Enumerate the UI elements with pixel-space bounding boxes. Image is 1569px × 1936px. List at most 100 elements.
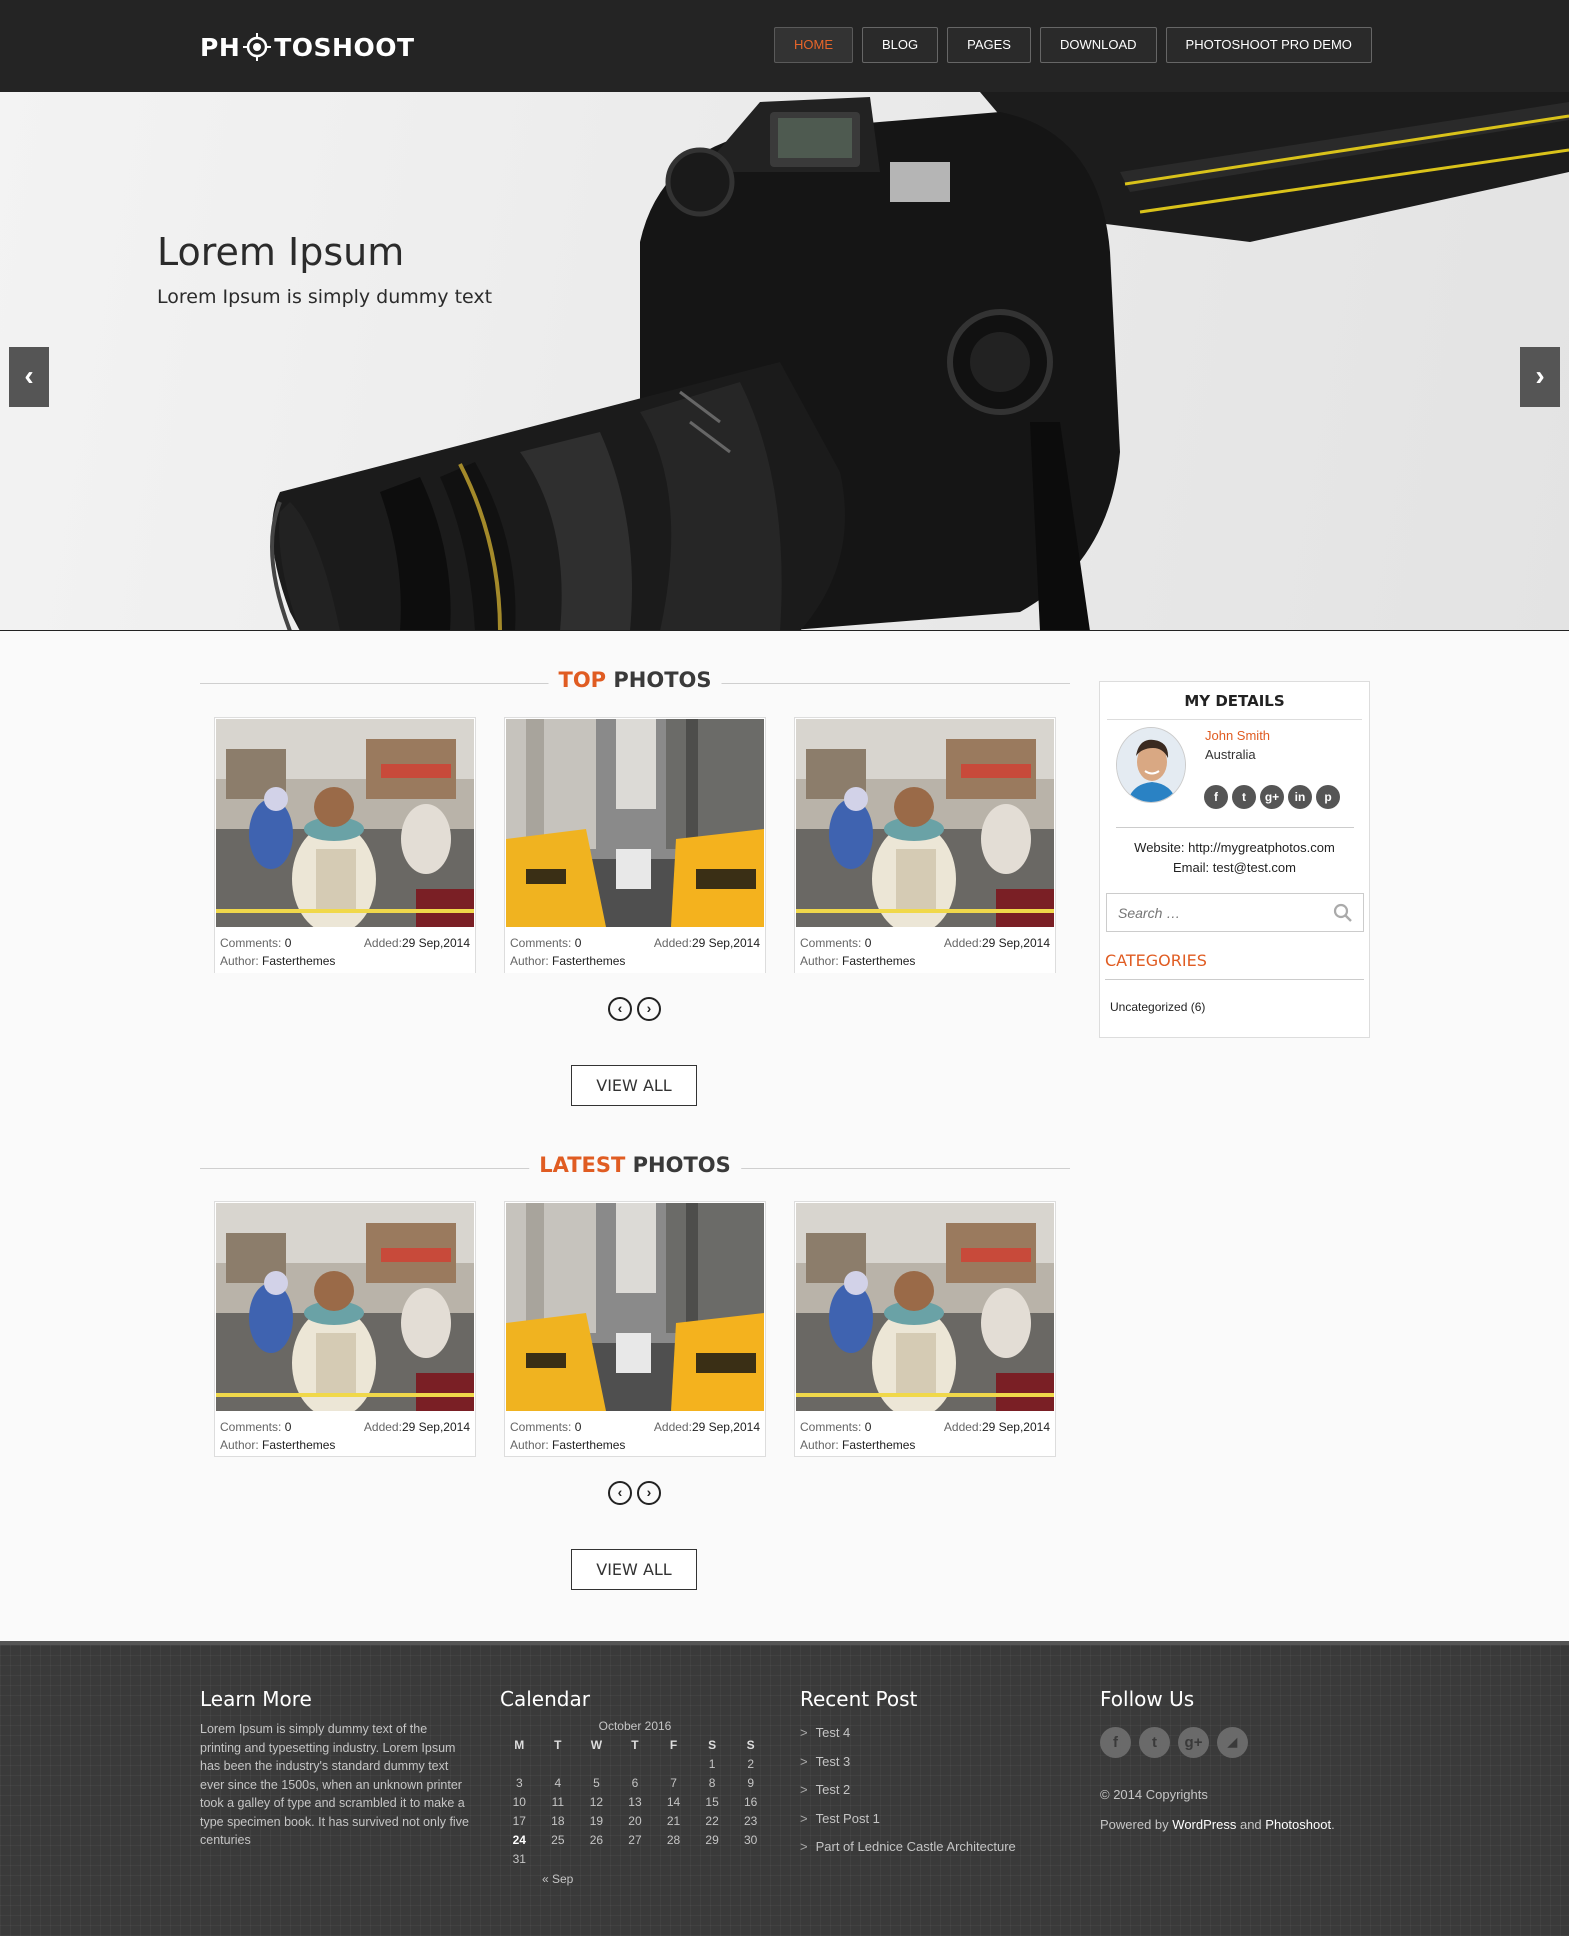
nav-download[interactable]: DOWNLOAD	[1039, 27, 1157, 63]
profile-name[interactable]: John Smith	[1205, 728, 1270, 743]
google-plus-icon[interactable]: g+	[1260, 785, 1284, 809]
pager-next-icon[interactable]: ›	[637, 1481, 661, 1505]
recent-post-title: Recent Post	[800, 1687, 918, 1711]
calendar-table: MTWTFSS 1 2 3 4 5 6 7 8 9 10 11 12 13 14 15 16 17 18 19 20 2…	[500, 1735, 770, 1868]
calendar-day-cell: 30	[744, 1832, 758, 1847]
linkedin-icon[interactable]: in	[1288, 785, 1312, 809]
hero-slider: Lorem Ipsum Lorem Ipsum is simply dummy …	[0, 92, 1569, 631]
logo-text-right: TOSHOOT	[274, 32, 415, 62]
site-footer: Learn More Lorem Ipsum is simply dummy t…	[0, 1641, 1569, 1936]
chevron-right-icon: >	[800, 1839, 808, 1854]
photo-thumbnail[interactable]	[216, 1203, 474, 1411]
slider-next-button[interactable]: ›	[1520, 347, 1560, 407]
pager-prev-icon[interactable]: ‹	[608, 997, 632, 1021]
lens-icon	[243, 33, 272, 61]
logo-text-left: PH	[200, 32, 241, 62]
photo-card[interactable]: Comments: 0 Added:29 Sep,2014 Author: Fas…	[504, 1201, 766, 1457]
latest-photos-pager: ‹ ›	[608, 1481, 661, 1505]
calendar-day-cell	[616, 1754, 655, 1773]
nav-blog[interactable]: BLOG	[862, 27, 939, 63]
divider	[1116, 827, 1354, 828]
calendar-day-cell: 12	[589, 1794, 604, 1809]
calendar-day-header: S	[746, 1737, 755, 1752]
recent-post-item[interactable]: > Test Post 1	[800, 1811, 1016, 1840]
calendar-day-cell: 9	[747, 1775, 755, 1790]
calendar-day-cell: 6	[631, 1775, 639, 1790]
photo-thumbnail[interactable]	[796, 1203, 1054, 1411]
category-link[interactable]: Uncategorized (6)	[1110, 1000, 1205, 1014]
calendar-day-cell: 16	[744, 1794, 758, 1809]
calendar-day-header: T	[554, 1737, 562, 1752]
pager-prev-icon[interactable]: ‹	[608, 1481, 632, 1505]
facebook-icon[interactable]: f	[1100, 1727, 1131, 1758]
photo-card[interactable]: Comments: 0 Added:29 Sep,2014 Author: Fas…	[504, 717, 766, 973]
latest-photos-view-all-button[interactable]: VIEW ALL	[571, 1549, 697, 1590]
calendar-day-cell	[577, 1849, 616, 1868]
photo-thumbnail[interactable]	[796, 719, 1054, 927]
main-nav: HOME BLOG PAGES DOWNLOAD PHOTOSHOOT PRO …	[774, 27, 1372, 63]
pinterest-icon[interactable]: p	[1316, 785, 1340, 809]
calendar-caption: October 2016	[598, 1719, 672, 1733]
photo-thumbnail[interactable]	[506, 719, 764, 927]
top-photos-heading: TOP PHOTOS	[200, 668, 1070, 698]
photo-thumbnail[interactable]	[216, 719, 474, 927]
google-plus-icon[interactable]: g+	[1178, 1727, 1209, 1758]
calendar-day-cell: 17	[512, 1813, 526, 1828]
top-photos-view-all-button[interactable]: VIEW ALL	[571, 1065, 697, 1106]
search-input[interactable]	[1107, 894, 1327, 931]
site-logo[interactable]: PH TOSHOOT	[200, 30, 415, 64]
photo-thumbnail[interactable]	[506, 1203, 764, 1411]
photo-card[interactable]: Comments: 0 Added:29 Sep,2014 Author: Fas…	[794, 717, 1056, 973]
calendar-day-cell: 14	[666, 1794, 681, 1809]
photo-card[interactable]: Comments: 0 Added:29 Sep,2014 Author: Fas…	[214, 717, 476, 973]
calendar-day-cell: 4	[554, 1775, 562, 1790]
calendar-prev-link[interactable]: « Sep	[500, 1872, 770, 1886]
calendar-day-cell: 8	[708, 1775, 716, 1790]
search-icon[interactable]	[1333, 903, 1353, 923]
recent-post-item[interactable]: > Part of Lednice Castle Architecture	[800, 1839, 1016, 1868]
top-photos-rest: PHOTOS	[613, 668, 712, 692]
nav-home[interactable]: HOME	[774, 27, 853, 63]
calendar-day-cell	[500, 1754, 539, 1773]
latest-photos-rest: PHOTOS	[632, 1153, 731, 1177]
avatar	[1116, 727, 1186, 803]
calendar-day-cell: 5	[593, 1775, 600, 1790]
calendar-title: Calendar	[500, 1687, 590, 1711]
copyright-text: © 2014 Copyrights	[1100, 1787, 1208, 1802]
calendar-day-cell: 11	[551, 1794, 565, 1809]
recent-post-item[interactable]: > Test 3	[800, 1754, 1016, 1783]
calendar-day-cell: 2	[747, 1756, 755, 1771]
slider-prev-button[interactable]: ‹	[9, 347, 49, 407]
nav-pro-demo[interactable]: PHOTOSHOOT PRO DEMO	[1165, 27, 1372, 63]
calendar-day-header: S	[708, 1737, 717, 1752]
calendar-day-cell: 28	[666, 1832, 681, 1847]
nav-pages[interactable]: PAGES	[947, 27, 1031, 63]
facebook-icon[interactable]: f	[1204, 785, 1228, 809]
wordpress-link[interactable]: WordPress	[1172, 1817, 1236, 1832]
calendar-day-cell: 1	[708, 1756, 716, 1771]
calendar-day-cell: 22	[705, 1813, 719, 1828]
photo-card[interactable]: Comments: 0 Added:29 Sep,2014 Author: Fas…	[794, 1201, 1056, 1457]
pager-next-icon[interactable]: ›	[637, 997, 661, 1021]
hero-title: Lorem Ipsum	[157, 230, 405, 274]
top-photos-pager: ‹ ›	[608, 997, 661, 1021]
learn-more-title: Learn More	[200, 1687, 312, 1711]
latest-photos-accent: LATEST	[539, 1153, 626, 1177]
recent-post-item[interactable]: > Test 2	[800, 1782, 1016, 1811]
calendar-day-cell: 27	[628, 1832, 642, 1847]
twitter-icon[interactable]: t	[1232, 785, 1256, 809]
rss-icon[interactable]: ◢	[1217, 1727, 1248, 1758]
calendar-day-cell: 18	[551, 1813, 565, 1828]
photoshoot-link[interactable]: Photoshoot	[1265, 1817, 1331, 1832]
chevron-right-icon: >	[800, 1782, 808, 1797]
calendar-day-cell: 15	[705, 1794, 719, 1809]
calendar-day-cell: 7	[670, 1775, 677, 1790]
photo-card[interactable]: Comments: 0 Added:29 Sep,2014 Author: Fas…	[214, 1201, 476, 1457]
twitter-icon[interactable]: t	[1139, 1727, 1170, 1758]
follow-us-icons: f t g+ ◢	[1100, 1727, 1248, 1758]
recent-post-item[interactable]: > Test 4	[800, 1725, 1016, 1754]
sidebar-heading: MY DETAILS	[1107, 692, 1362, 720]
powered-by-text: Powered by WordPress and Photoshoot.	[1100, 1817, 1335, 1832]
profile-country: Australia	[1205, 747, 1256, 762]
calendar-day-cell: 25	[551, 1832, 565, 1847]
